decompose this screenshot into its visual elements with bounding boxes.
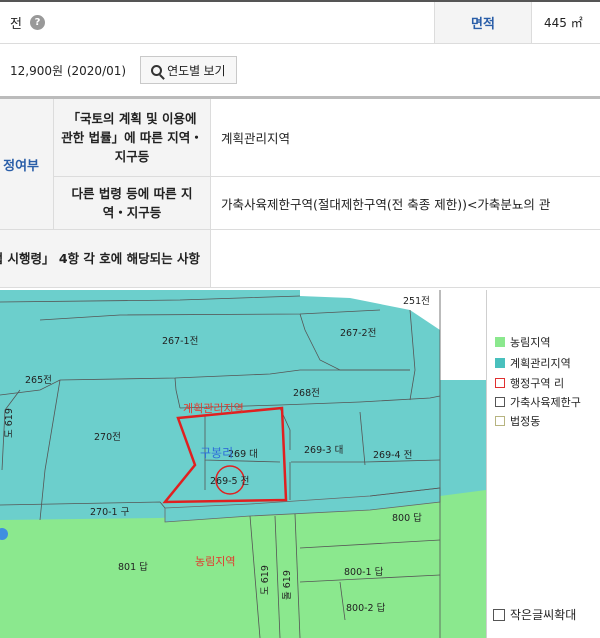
official-price: 12,900원 (2020/01): [10, 63, 127, 78]
area-value: 445 ㎡: [544, 16, 583, 30]
road-label: 도 619: [260, 565, 271, 595]
parcel-label: 800-1 답: [344, 566, 384, 578]
land-planning-act-value: 계획관리지역: [211, 99, 600, 177]
gray-outline-swatch-icon: [495, 397, 505, 407]
map-canvas: 251전 267-2전 267-1전 265전 268전 270전 269 대 …: [0, 290, 486, 638]
legend-item-farmland: 농림지역: [495, 334, 550, 350]
price-row: 12,900원 (2020/01) 연도별 보기: [0, 44, 600, 99]
parcel-label: 801 답: [118, 561, 148, 573]
land-use-page: 전 ? 면적 445 ㎡ 12,900원 (2020/01) 연도별 보기 정여…: [0, 0, 600, 638]
parcel-label: 265전: [25, 375, 52, 386]
small-text-zoom-checkbox[interactable]: 작은글씨확대: [493, 606, 576, 623]
legend-item-admin-ri: 행정구역 리: [495, 375, 564, 391]
parcel-label: 269-5 전: [210, 476, 249, 487]
year-view-label: 연도별 보기: [167, 63, 226, 78]
parcel-label: 269-3 대: [304, 445, 343, 456]
other-laws-header: 다른 법령 등에 따른 지역・지구등: [54, 177, 211, 230]
parcel-label: 267-1전: [162, 336, 198, 347]
other-laws-value: 가축사육제한구역(절대제한구역(전 축종 제한))<가축분뇨의 관: [211, 177, 600, 230]
parcel-label: 267-2전: [340, 328, 376, 339]
parcel-label: 270전: [94, 432, 121, 443]
cadastral-map[interactable]: 251전 267-2전 267-1전 265전 268전 270전 269 대 …: [0, 290, 486, 638]
regulation-article-value: [211, 230, 600, 288]
legend-item-legal-dong: 법정동: [495, 413, 540, 429]
land-info-row: 전 ? 면적 445 ㎡: [0, 0, 600, 44]
question-icon[interactable]: ?: [29, 15, 45, 30]
green-swatch-icon: [495, 337, 505, 347]
parcel-label: 800 답: [392, 512, 422, 524]
zoning-table: 정여부 「국토의 계획 및 이용에 관한 법률」에 따른 지역・지구등 계획관리…: [0, 99, 600, 288]
regulation-article-header: 이용규제 기본법 시행령」 4항 각 호에 해당되는 사항: [0, 230, 211, 288]
red-outline-swatch-icon: [495, 378, 505, 388]
legend-item-planning: 계획관리지역: [495, 355, 571, 371]
jimok-value: 전: [10, 17, 22, 32]
olive-outline-swatch-icon: [495, 416, 505, 426]
checkbox-icon[interactable]: [493, 608, 505, 621]
map-blank-area: [300, 290, 486, 380]
map-legend: 농림지역 계획관리지역 행정구역 리 가축사육제한구 법정동 작은글씨확대: [486, 290, 600, 638]
zoning-side-header: 정여부: [0, 99, 54, 230]
legend-item-livestock: 가축사육제한구: [495, 394, 581, 410]
year-view-button[interactable]: 연도별 보기: [140, 56, 237, 84]
teal-swatch-icon: [495, 358, 505, 368]
zone-label-planning: 계획관리지역: [183, 402, 244, 415]
village-label: 구봉리: [200, 446, 233, 460]
parcel-label: 251전: [403, 296, 430, 307]
parcel-label: 269-4 전: [373, 450, 412, 461]
area-label: 면적: [434, 2, 532, 43]
land-planning-act-header: 「국토의 계획 및 이용에 관한 법률」에 따른 지역・지구등: [54, 99, 211, 177]
parcel-label: 270-1 구: [90, 507, 130, 518]
search-icon: [151, 64, 163, 76]
parcel-label: 268전: [293, 388, 320, 399]
road-label: 돌 619: [282, 570, 293, 600]
parcel-label: 800-2 답: [346, 602, 386, 614]
zone-label-farmland: 농림지역: [195, 555, 235, 568]
road-label: 도 619: [4, 408, 15, 438]
